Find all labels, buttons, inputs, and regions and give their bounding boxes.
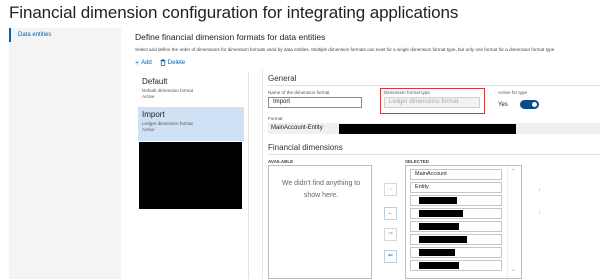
redacted-block xyxy=(339,124,516,134)
format-label: Format xyxy=(268,116,283,121)
double-arrow-left-icon: ⇐ xyxy=(387,253,394,259)
format-status: Active xyxy=(142,127,155,132)
selected-item[interactable]: Entity xyxy=(410,182,502,193)
selected-item[interactable] xyxy=(410,234,502,245)
redacted-block xyxy=(419,236,467,243)
redacted-block xyxy=(419,223,459,230)
redacted-block xyxy=(419,249,455,256)
name-label: Name of the dimension format xyxy=(268,90,330,95)
add-button[interactable]: + Add xyxy=(135,60,152,67)
active-toggle-row: Yes xyxy=(498,100,539,109)
trash-icon xyxy=(160,58,166,68)
selected-header: SELECTED xyxy=(405,159,430,164)
format-item-import[interactable]: Import Ledger dimension format Active xyxy=(138,107,244,141)
detail-panel: General Name of the dimension format Imp… xyxy=(262,70,600,279)
active-toggle[interactable] xyxy=(519,100,539,109)
toolbar: + Add Delete xyxy=(135,58,185,68)
redacted-block xyxy=(419,197,457,204)
delete-button-label: Delete xyxy=(167,60,186,66)
section-description: Select and define the order of dimension… xyxy=(135,47,555,52)
move-all-left-button[interactable]: ⇐ xyxy=(384,250,397,263)
delete-button[interactable]: Delete xyxy=(160,58,186,68)
financial-dimensions-divider xyxy=(268,154,600,155)
redacted-block xyxy=(139,142,242,209)
redacted-block xyxy=(419,210,463,217)
format-status: Active xyxy=(142,94,155,99)
selected-item[interactable] xyxy=(410,195,502,206)
add-button-label: Add xyxy=(141,60,152,66)
nav-item-data-entities[interactable]: Data entities xyxy=(9,28,121,42)
move-right-button[interactable]: → xyxy=(384,183,397,196)
selected-scrollbar[interactable]: ⌃ ⌄ xyxy=(507,166,521,278)
type-label: Dimension format type xyxy=(384,90,430,95)
format-item-default[interactable]: Default Default dimension format Active xyxy=(138,74,244,108)
selected-item[interactable] xyxy=(410,247,502,258)
selected-list: MainAccount Entity ⌃ ⌄ xyxy=(405,165,522,279)
general-heading: General xyxy=(268,74,297,83)
plus-icon: + xyxy=(135,59,140,67)
format-list: Default Default dimension format Active … xyxy=(135,72,249,279)
arrow-up-icon: ↑ xyxy=(537,187,542,194)
format-value: MainAccount-Entity xyxy=(271,125,323,131)
arrow-down-icon: ↓ xyxy=(537,209,542,216)
empty-message: We didn't find anything to show here. xyxy=(281,180,361,199)
active-label: Active for type xyxy=(498,90,528,95)
available-header: AVAILABLE xyxy=(268,159,294,164)
left-nav: Data entities xyxy=(9,28,121,279)
format-name: Default xyxy=(142,77,168,86)
format-name: Import xyxy=(142,110,165,119)
type-select[interactable]: Ledger dimensions format xyxy=(384,97,480,108)
selected-item[interactable]: MainAccount xyxy=(410,169,502,180)
move-left-button[interactable]: ← xyxy=(384,207,397,220)
general-divider xyxy=(268,85,600,86)
name-input[interactable]: Import xyxy=(268,97,362,108)
redacted-block xyxy=(419,262,459,269)
section-title: Define financial dimension formats for d… xyxy=(135,32,326,42)
move-down-button[interactable]: ↓ xyxy=(534,207,545,218)
selected-item[interactable] xyxy=(410,208,502,219)
arrow-left-icon: ← xyxy=(387,210,394,216)
financial-dimensions-heading: Financial dimensions xyxy=(268,143,343,152)
move-all-right-button[interactable]: ⇒ xyxy=(384,228,397,241)
chevron-down-icon: ⌄ xyxy=(511,267,517,273)
selected-item[interactable] xyxy=(410,260,502,271)
active-value: Yes xyxy=(498,101,508,108)
arrow-right-icon: → xyxy=(387,186,394,192)
double-arrow-right-icon: ⇒ xyxy=(387,231,394,237)
selected-item[interactable] xyxy=(410,221,502,232)
move-up-button[interactable]: ↑ xyxy=(534,185,545,196)
available-list[interactable]: We didn't find anything to show here. xyxy=(268,165,372,279)
chevron-up-icon: ⌃ xyxy=(511,169,517,175)
page-title: Financial dimension configuration for in… xyxy=(9,3,459,22)
